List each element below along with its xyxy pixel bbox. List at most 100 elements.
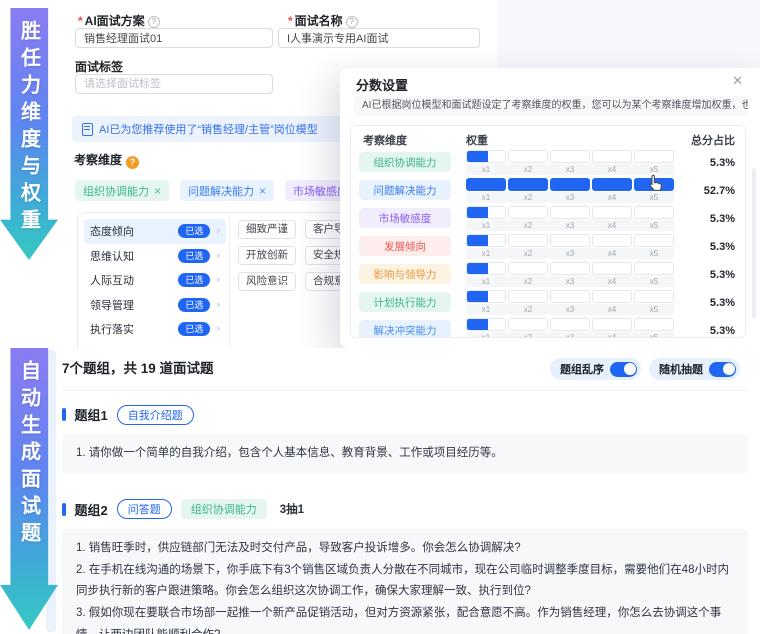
model-item[interactable]: 领导管理 已选 ›	[84, 293, 226, 318]
score-percent: 5.3%	[709, 157, 735, 169]
dimension-pill: 问题解决能力	[359, 180, 451, 200]
score-row: 计划执行能力 x1 x2 x3 x4 x5 5.3%	[351, 290, 745, 318]
model-item-label: 领导管理	[90, 299, 134, 312]
trait-tag[interactable]: 开放创新	[238, 246, 296, 265]
scale-tick: x3	[565, 193, 575, 202]
trait-tag[interactable]: 细致严谨	[238, 220, 296, 239]
weight-segment[interactable]	[550, 206, 590, 219]
ai-plan-input[interactable]	[75, 28, 273, 48]
scale-tick: x5	[649, 249, 659, 258]
weight-segment[interactable]	[508, 150, 548, 163]
weight-segment[interactable]	[592, 150, 632, 163]
weight-segment[interactable]	[634, 234, 674, 247]
col-percent: 总分占比	[691, 135, 735, 147]
weight-segment[interactable]	[634, 290, 674, 303]
scale-tick: x4	[607, 165, 617, 174]
selected-badge: 已选	[178, 297, 211, 312]
weight-segment[interactable]	[508, 262, 548, 275]
group-header: 题组2 问答题 组织协调能力 3抽1	[62, 499, 748, 520]
weight-segment[interactable]	[466, 318, 506, 331]
close-icon[interactable]: ✕	[732, 73, 743, 89]
weight-segment[interactable]	[466, 290, 506, 303]
weight-segment[interactable]	[634, 318, 674, 331]
model-item[interactable]: 执行落实 已选 ›	[84, 317, 226, 342]
weight-slider[interactable]: x1 x2 x3 x4 x5	[466, 234, 674, 259]
weight-segment[interactable]	[508, 290, 548, 303]
weight-slider[interactable]: x1 x2 x3 x4 x5	[466, 178, 674, 203]
interview-name-input[interactable]	[278, 28, 480, 48]
remove-icon[interactable]: ×	[259, 184, 266, 198]
question-badge-icon[interactable]: ?	[126, 156, 140, 169]
score-table-header: 考察维度 权重 总分占比	[351, 126, 745, 150]
weight-segment[interactable]	[508, 206, 548, 219]
scrollbar[interactable]	[752, 168, 756, 318]
score-percent: 5.3%	[709, 241, 735, 253]
dialog-title: 分数设置	[356, 78, 409, 93]
scale-tick: x1	[481, 193, 491, 202]
weight-segment[interactable]	[508, 234, 548, 247]
scale-tick: x2	[523, 277, 533, 286]
model-item-label: 人际互动	[90, 275, 134, 288]
score-row: 影响与领导力 x1 x2 x3 x4 x5 5.3%	[351, 262, 745, 290]
scale-tick: x5	[649, 333, 659, 338]
ribbon-competency-weights: 胜任力维度与权重	[0, 8, 58, 260]
weight-segment[interactable]	[466, 206, 506, 219]
weight-segment[interactable]	[550, 290, 590, 303]
score-row: 解决冲突能力 x1 x2 x3 x4 x5 5.3%	[351, 318, 745, 338]
scale-tick: x5	[649, 193, 659, 202]
trait-tag[interactable]: 风险意识	[238, 272, 296, 291]
model-item-label: 执行落实	[90, 324, 134, 337]
weight-segment[interactable]	[592, 262, 632, 275]
interview-tag-input[interactable]	[75, 74, 273, 94]
dimension-pill: 影响与领导力	[359, 264, 451, 284]
weight-segment[interactable]	[466, 262, 506, 275]
toggle-pill: 随机抽题	[649, 358, 740, 380]
dialog-tip: AI已根据岗位模型和面试题设定了考察维度的权重，您可以为某个考察维度增加权重，也…	[354, 96, 748, 116]
weight-segment[interactable]	[508, 178, 548, 191]
group-tag: 组织协调能力	[180, 499, 267, 520]
col-dimension: 考察维度	[363, 135, 407, 147]
weight-slider[interactable]: x1 x2 x3 x4 x5	[466, 150, 674, 175]
dimension-pill: 计划执行能力	[359, 292, 451, 312]
weight-segment[interactable]	[592, 290, 632, 303]
question-text: 1. 请你做一个简单的自我介绍，包含个人基本信息、教育背景、工作或项目经历等。	[76, 447, 503, 459]
col-weight: 权重	[466, 135, 488, 147]
weight-segment[interactable]	[634, 262, 674, 275]
scale-tick: x1	[481, 249, 491, 258]
weight-segment[interactable]	[634, 206, 674, 219]
weight-segment[interactable]	[592, 318, 632, 331]
model-item[interactable]: 思维认知 已选 ›	[84, 244, 226, 269]
model-item[interactable]: 态度倾向 已选 ›	[84, 219, 226, 244]
weight-segment[interactable]	[550, 318, 590, 331]
weight-segment[interactable]	[466, 150, 506, 163]
weight-slider[interactable]: x1 x2 x3 x4 x5	[466, 206, 674, 231]
switch-knob	[722, 363, 735, 375]
toggle-switch[interactable]	[709, 361, 736, 377]
score-percent: 5.3%	[709, 325, 735, 337]
weight-segment[interactable]	[466, 178, 506, 191]
weight-segment[interactable]	[592, 234, 632, 247]
model-item[interactable]: 人际互动 已选 ›	[84, 268, 226, 293]
weight-slider[interactable]: x1 x2 x3 x4 x5	[466, 318, 674, 338]
weight-segment[interactable]	[550, 262, 590, 275]
toggle-label: 随机抽题	[659, 364, 703, 376]
selected-badge: 已选	[178, 224, 211, 239]
weight-segment[interactable]	[508, 318, 548, 331]
weight-segment[interactable]	[550, 234, 590, 247]
remove-icon[interactable]: ×	[154, 184, 161, 198]
weight-slider[interactable]: x1 x2 x3 x4 x5	[466, 290, 674, 315]
weight-segment[interactable]	[634, 150, 674, 163]
question-text: 1. 销售旺季时，供应链部门无法及时交付产品，导致客户投诉增多。你会怎么协调解决…	[76, 541, 521, 554]
weight-segment[interactable]	[466, 234, 506, 247]
score-settings-dialog: 分数设置 ✕ AI已根据岗位模型和面试题设定了考察维度的权重，您可以为某个考察维…	[340, 68, 760, 348]
weight-segment[interactable]	[550, 150, 590, 163]
weight-slider[interactable]: x1 x2 x3 x4 x5	[466, 262, 674, 287]
question-bank-section: 7个题组，共 19 道面试题 题组乱序 随机抽题 题组1 自我介绍题 1. 请你做一…	[0, 348, 760, 634]
score-row: 问题解决能力 x1 x2 x3 x4 x5 52.7%	[351, 178, 745, 206]
chevron-right-icon: ›	[216, 274, 220, 287]
scale-tick: x4	[607, 193, 617, 202]
toggle-switch[interactable]	[610, 361, 637, 377]
weight-segment[interactable]	[550, 178, 590, 191]
weight-segment[interactable]	[592, 178, 632, 191]
weight-segment[interactable]	[592, 206, 632, 219]
